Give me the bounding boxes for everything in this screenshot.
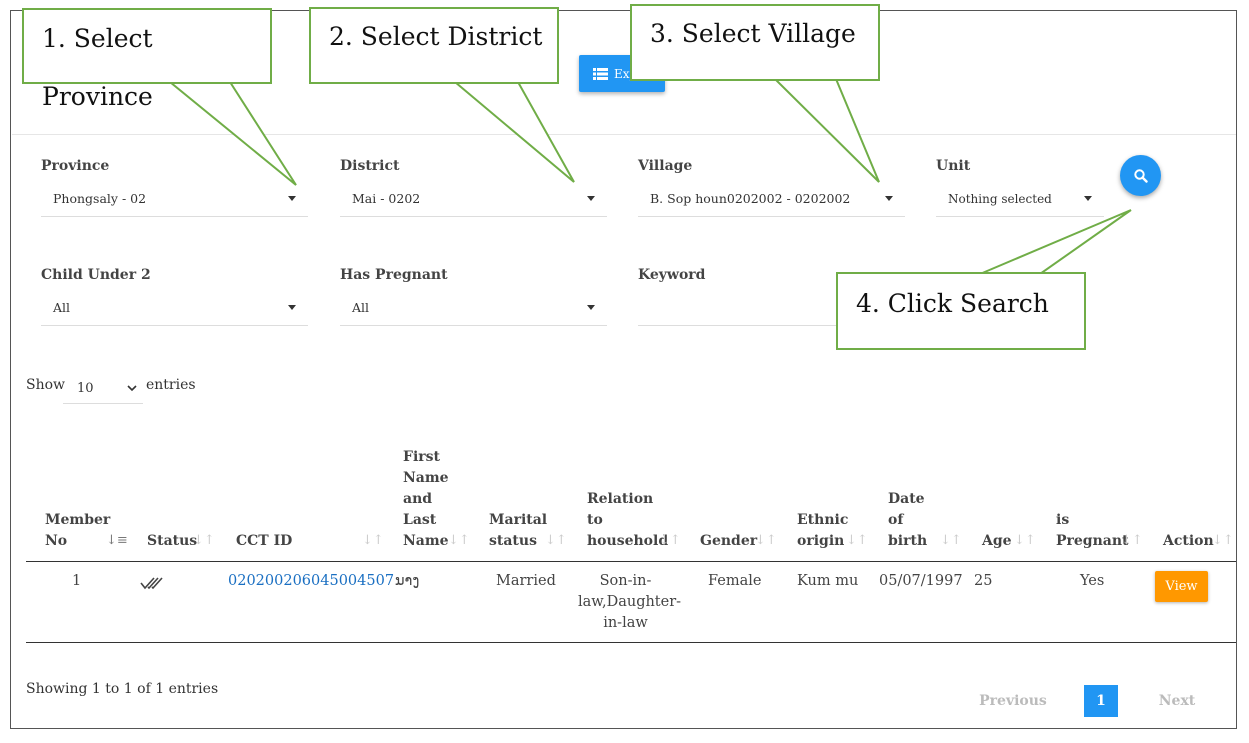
cell-member-no: 1 (72, 573, 82, 589)
pagination-page-1[interactable]: 1 (1084, 685, 1118, 717)
callout-select-district: 2. Select District (309, 7, 559, 84)
callout-select-province: 1. Select Province (22, 8, 272, 111)
cell-marital-status: Married (496, 573, 556, 589)
chevron-down-icon (127, 385, 137, 392)
cell-date-of-birth: 05/07/1997 (879, 573, 963, 589)
callout-click-search: 4. Click Search (836, 272, 1086, 350)
th-age[interactable]: Age (982, 531, 1012, 552)
pagination-previous[interactable]: Previous (972, 685, 1054, 717)
sort-asc-icon[interactable]: ↓≡ (106, 533, 128, 548)
th-relation[interactable]: Relation to household (587, 489, 668, 552)
cell-gender: Female (708, 573, 762, 589)
callout-2-pointer (452, 81, 575, 183)
sort-icon[interactable]: ↓↑ (1014, 533, 1036, 548)
sort-icon[interactable]: ↓↑ (940, 533, 962, 548)
th-is-pregnant[interactable]: is Pregnant (1056, 510, 1129, 552)
callout-4-pointer (979, 209, 1132, 275)
cell-cct-id-link[interactable]: 020200206045004507 (228, 571, 394, 592)
show-label: Show (26, 377, 66, 393)
table-bottom-divider (26, 642, 1236, 643)
cell-age: 25 (974, 573, 993, 589)
th-cct-id[interactable]: CCT ID (236, 531, 292, 552)
sort-icon[interactable]: ↓↑ (193, 533, 215, 548)
double-check-icon (140, 575, 164, 594)
sort-icon[interactable]: ↓↑ (448, 533, 470, 548)
page-length-value: 10 (77, 381, 94, 396)
sort-icon[interactable]: ↓↑ (659, 533, 681, 548)
th-status[interactable]: Status (147, 531, 197, 552)
pagination-next[interactable]: Next (1150, 685, 1204, 717)
th-member-no[interactable]: Member No (45, 510, 110, 552)
th-gender[interactable]: Gender (700, 531, 757, 552)
th-name[interactable]: First Name and Last Name (403, 447, 449, 552)
sort-icon[interactable]: ↓↑ (545, 533, 567, 548)
th-ethnic-origin[interactable]: Ethnic origin (797, 510, 848, 552)
table-info: Showing 1 to 1 of 1 entries (26, 681, 219, 697)
th-date-of-birth[interactable]: Date of birth (888, 489, 927, 552)
sort-icon[interactable]: ↓↑ (362, 533, 384, 548)
th-action[interactable]: Action (1163, 531, 1214, 552)
table-header-divider (26, 561, 1236, 562)
sort-icon[interactable]: ↓↑ (846, 533, 868, 548)
view-button[interactable]: View (1155, 571, 1208, 602)
cell-relation: Son-in- law,Daughter- in-law (578, 573, 682, 631)
callout-1-pointer (167, 81, 297, 186)
th-marital-status[interactable]: Marital status (489, 510, 547, 552)
sort-icon[interactable]: ↓↑ (1212, 533, 1234, 548)
callout-select-village: 3. Select Village (630, 4, 880, 81)
callout-3-pointer (772, 78, 880, 183)
entries-label: entries (146, 377, 196, 393)
sort-icon[interactable]: ↓↑ (755, 533, 777, 548)
cell-is-pregnant: Yes (1080, 573, 1105, 589)
sort-icon[interactable]: ↓↑ (1121, 533, 1143, 548)
cell-ethnic-origin: Kum mu (797, 573, 859, 589)
cell-name: ນາງ (395, 573, 420, 589)
page-length-select[interactable]: 10 (63, 374, 143, 404)
